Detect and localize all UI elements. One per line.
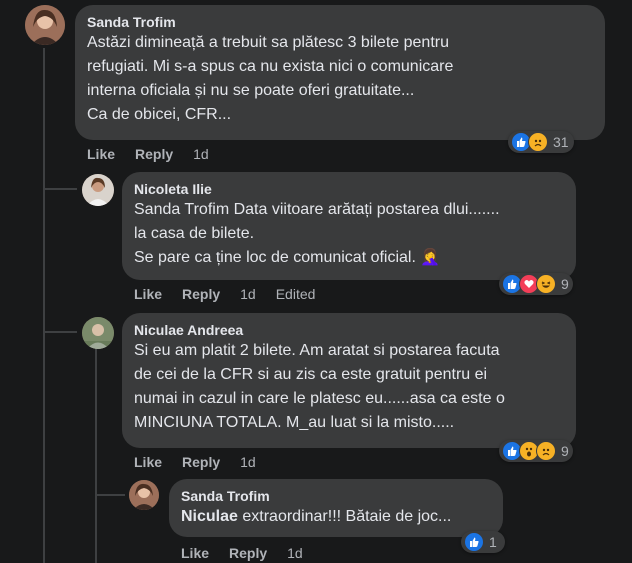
comment-text-body: extraordinar!!! Bătaie de joc...: [237, 508, 452, 525]
reaction-summary[interactable]: 9: [499, 273, 573, 295]
comment-text: Niculae extraordinar!!! Bătaie de joc...: [181, 505, 491, 529]
reaction-count: 1: [489, 534, 497, 550]
comment-bubble: Nicoleta Ilie Sanda Trofim Data viitoare…: [122, 172, 576, 280]
facepalm-emoji: 🤦‍♀️: [420, 249, 441, 266]
thread-branch: [45, 188, 77, 190]
comment-actions: Like Reply 1d: [87, 146, 229, 162]
comment-actions: Like Reply 1d Edited: [134, 286, 335, 302]
comment-bubble: Niculae Andreea Si eu am platit 2 bilete…: [122, 313, 576, 448]
reply-button[interactable]: Reply: [229, 545, 267, 561]
timestamp[interactable]: 1d: [287, 545, 303, 561]
comment-author[interactable]: Sanda Trofim: [181, 487, 491, 505]
reply-button[interactable]: Reply: [182, 454, 220, 470]
timestamp[interactable]: 1d: [193, 146, 209, 162]
sad-icon: [528, 132, 548, 152]
avatar[interactable]: [129, 480, 159, 510]
comment-author[interactable]: Nicoleta Ilie: [134, 180, 564, 198]
comment-text: Sanda Trofim Data viitoare arătați posta…: [134, 198, 564, 270]
comment-bubble: Sanda Trofim Niculae extraordinar!!! Băt…: [169, 479, 503, 537]
timestamp[interactable]: 1d: [240, 286, 256, 302]
comment-actions: Like Reply 1d: [134, 454, 276, 470]
comment-bubble: Sanda Trofim Astăzi dimineață a trebuit …: [75, 5, 605, 140]
like-button[interactable]: Like: [87, 146, 115, 162]
thread-branch: [45, 331, 77, 333]
reaction-count: 9: [561, 276, 569, 292]
comment-text: Si eu am platit 2 bilete. Am aratat si p…: [134, 342, 505, 431]
reaction-count: 31: [553, 134, 569, 150]
comment-actions: Like Reply 1d: [181, 545, 323, 561]
avatar[interactable]: [82, 317, 114, 349]
thread-branch: [43, 160, 45, 190]
thread-branch: [97, 494, 125, 496]
reaction-count: 9: [561, 443, 569, 459]
mention-link[interactable]: Niculae: [181, 508, 238, 525]
reply-button[interactable]: Reply: [182, 286, 220, 302]
sad-icon: [536, 441, 556, 461]
comment-author[interactable]: Niculae Andreea: [134, 321, 564, 339]
reaction-summary[interactable]: 9: [499, 440, 573, 462]
edited-label[interactable]: Edited: [276, 286, 316, 302]
like-button[interactable]: Like: [134, 454, 162, 470]
reaction-summary[interactable]: 31: [508, 131, 574, 153]
timestamp[interactable]: 1d: [240, 454, 256, 470]
like-icon: [464, 532, 484, 552]
like-button[interactable]: Like: [134, 286, 162, 302]
like-button[interactable]: Like: [181, 545, 209, 561]
comment-text: Astăzi dimineață a trebuit sa plătesc 3 …: [87, 34, 454, 123]
comment-text-body: Sanda Trofim Data viitoare arătați posta…: [134, 201, 500, 266]
reply-button[interactable]: Reply: [135, 146, 173, 162]
avatar[interactable]: [82, 174, 114, 206]
haha-icon: [536, 274, 556, 294]
avatar[interactable]: [25, 5, 65, 45]
reaction-summary[interactable]: 1: [461, 531, 505, 553]
thread-line-nested: [95, 348, 97, 563]
thread-line: [43, 48, 45, 563]
comment-author[interactable]: Sanda Trofim: [87, 13, 593, 31]
